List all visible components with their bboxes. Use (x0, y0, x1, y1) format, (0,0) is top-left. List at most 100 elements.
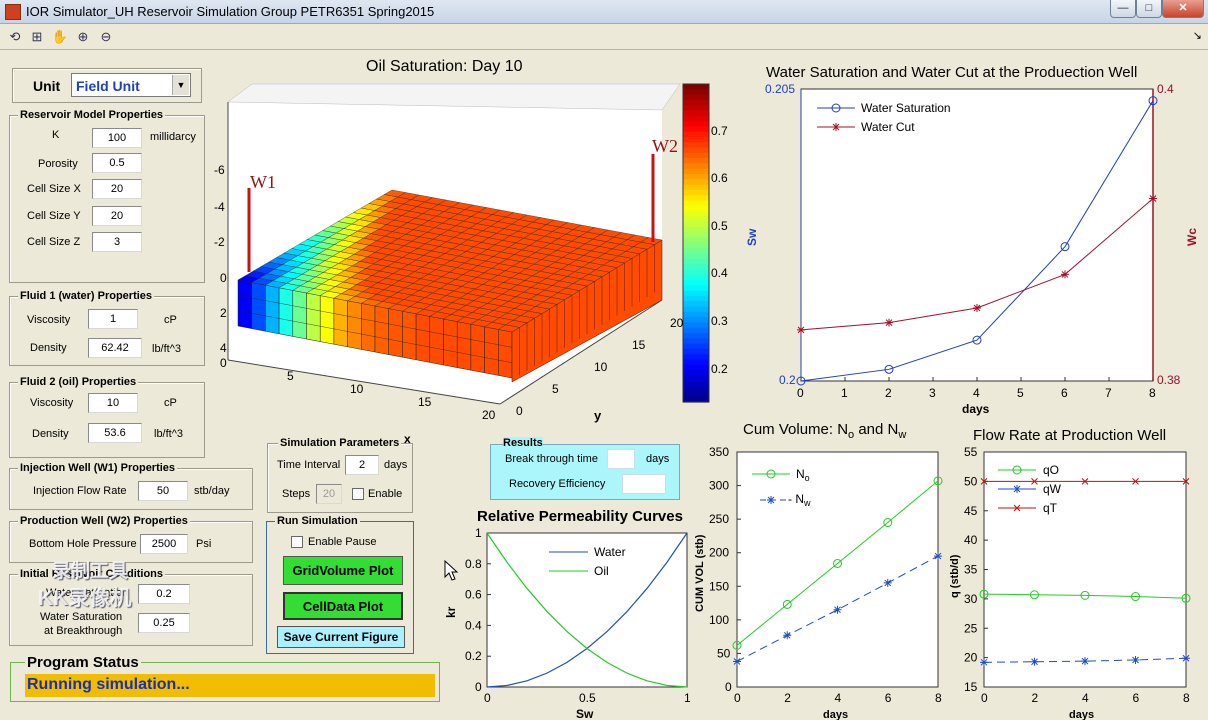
y-axis-label: kr (444, 606, 458, 618)
data-point-marker (1013, 485, 1021, 493)
x-tick-label: 5 (1017, 386, 1024, 400)
y-tick-label: 250 (709, 512, 729, 526)
x-axis-label: days (823, 709, 848, 720)
legend-label: qT (1043, 501, 1058, 515)
y-tick-label: 40 (964, 533, 978, 547)
x-tick-label: 2 (885, 386, 892, 400)
data-point-marker (832, 123, 840, 131)
y-tick-label: 300 (709, 479, 729, 493)
x-tick-label: 4 (835, 691, 842, 705)
data-point-marker (934, 552, 942, 561)
x-tick-label: 6 (1133, 691, 1140, 705)
y-axis-label: Sw (745, 228, 759, 246)
x-tick-label: 3 (929, 386, 936, 400)
legend-label: qO (1043, 463, 1059, 477)
y-axis-label: CUM VOL (stb) (694, 534, 706, 612)
data-point-marker (783, 631, 792, 640)
data-point-marker (1182, 654, 1190, 663)
x-tick-label: 8 (1183, 691, 1190, 705)
y-tick-label: 35 (964, 563, 978, 577)
y2-tick-label: 0.4 (1157, 82, 1174, 96)
data-point-marker (1149, 194, 1157, 203)
y-tick-label: 25 (964, 621, 978, 635)
legend-label: Water (594, 545, 626, 559)
legend-label: qW (1043, 482, 1062, 496)
x-tick-label: 2 (1032, 691, 1039, 705)
cumulative-volume-chart: Cum Volume: No and Nw 0 50 100 150 200 250 300 3… (694, 421, 943, 720)
y-tick-label: 50 (717, 646, 731, 660)
data-point-marker (1061, 270, 1069, 279)
data-point-marker (1030, 657, 1039, 666)
x-tick-label: 0.5 (579, 691, 596, 705)
x-axis-label: days (962, 402, 990, 416)
chart-title-mid: and N (854, 421, 898, 438)
mouse-cursor-icon (444, 559, 459, 581)
y-tick-label: 15 (964, 680, 978, 694)
x-tick-label: 0 (734, 691, 741, 705)
chart-title: Flow Rate at Production Well (973, 427, 1166, 444)
charts-layer: Water Saturation and Water Cut at the Pr… (444, 64, 1199, 720)
x-tick-label: 6 (1061, 386, 1068, 400)
legend-subscript: w (803, 498, 811, 508)
x-axis-label: days (1069, 709, 1094, 720)
plot-area (486, 532, 688, 688)
chart-title-subscript: w (897, 429, 906, 441)
x-tick-label: 1 (684, 691, 691, 705)
y-tick-label: 0.2 (465, 649, 482, 663)
relative-permeability-chart: Relative Permeability Curves 0 0.2 0.4 0.6 0.… (444, 508, 691, 720)
data-point-marker (1081, 657, 1089, 666)
legend-label: Oil (594, 564, 609, 578)
x-tick-label: 8 (935, 691, 942, 705)
y-tick-label: 20 (964, 651, 978, 665)
y-tick-label: 0.8 (465, 557, 482, 571)
x-tick-label: 4 (1082, 691, 1089, 705)
flow-rate-chart: Flow Rate at Production Well152025303540… (949, 427, 1191, 720)
chart-title: Water Saturation and Water Cut at the Pr… (766, 64, 1137, 81)
data-point-marker (1131, 655, 1140, 664)
x-tick-label: 7 (1105, 386, 1112, 400)
data-point-marker (973, 304, 981, 312)
y-tick-label: 0.6 (465, 588, 482, 602)
legend-label: Water Cut (861, 120, 915, 134)
chart-title: Relative Permeability Curves (477, 508, 683, 525)
y2-axis-label: Wc (1185, 228, 1199, 246)
legend-subscript: o (805, 473, 810, 483)
data-point-marker (833, 605, 842, 614)
plot-area (736, 451, 939, 688)
y-tick-label: 100 (709, 613, 729, 627)
plot-area (800, 88, 1154, 382)
water-saturation-chart: Water Saturation and Water Cut at the Pr… (745, 64, 1199, 416)
y2-tick-label: 0.38 (1157, 373, 1181, 387)
data-point-marker (797, 325, 805, 334)
chart-title: Cum Volume: No and Nw (743, 421, 906, 441)
y-tick-label: 350 (709, 445, 729, 459)
data-point-marker (733, 657, 741, 666)
y-tick-label: 200 (709, 546, 729, 560)
plot-area (983, 451, 1187, 688)
data-point-marker (883, 578, 892, 587)
x-axis-label: Sw (576, 707, 594, 720)
x-tick-label: 4 (973, 386, 980, 400)
x-tick-label: 8 (1149, 386, 1156, 400)
y-tick-label: 150 (709, 579, 729, 593)
y-tick-label: 45 (964, 504, 978, 518)
y-tick-label: 50 (964, 474, 978, 488)
y-tick-label: 0.4 (465, 618, 482, 632)
x-tick-label: 6 (885, 691, 892, 705)
legend-label: Water Saturation (861, 101, 951, 115)
data-point-marker (767, 496, 775, 504)
x-tick-label: 0 (484, 691, 491, 705)
y-tick-label: 30 (964, 592, 978, 606)
y-tick-label: 0 (725, 680, 732, 694)
x-tick-label: 2 (784, 691, 791, 705)
x-tick-label: 0 (797, 386, 804, 400)
y-tick-label: 55 (964, 445, 978, 459)
data-point-marker (885, 318, 893, 327)
y-axis-label: q (stb/d) (949, 554, 961, 598)
y-tick-label: 0.205 (765, 82, 795, 96)
x-tick-label: 0 (981, 691, 988, 705)
y-tick-label: 1 (475, 526, 482, 540)
y-tick-label: 0.2 (779, 373, 796, 387)
data-point-marker (980, 658, 988, 667)
y-tick-label: 0 (475, 680, 482, 694)
